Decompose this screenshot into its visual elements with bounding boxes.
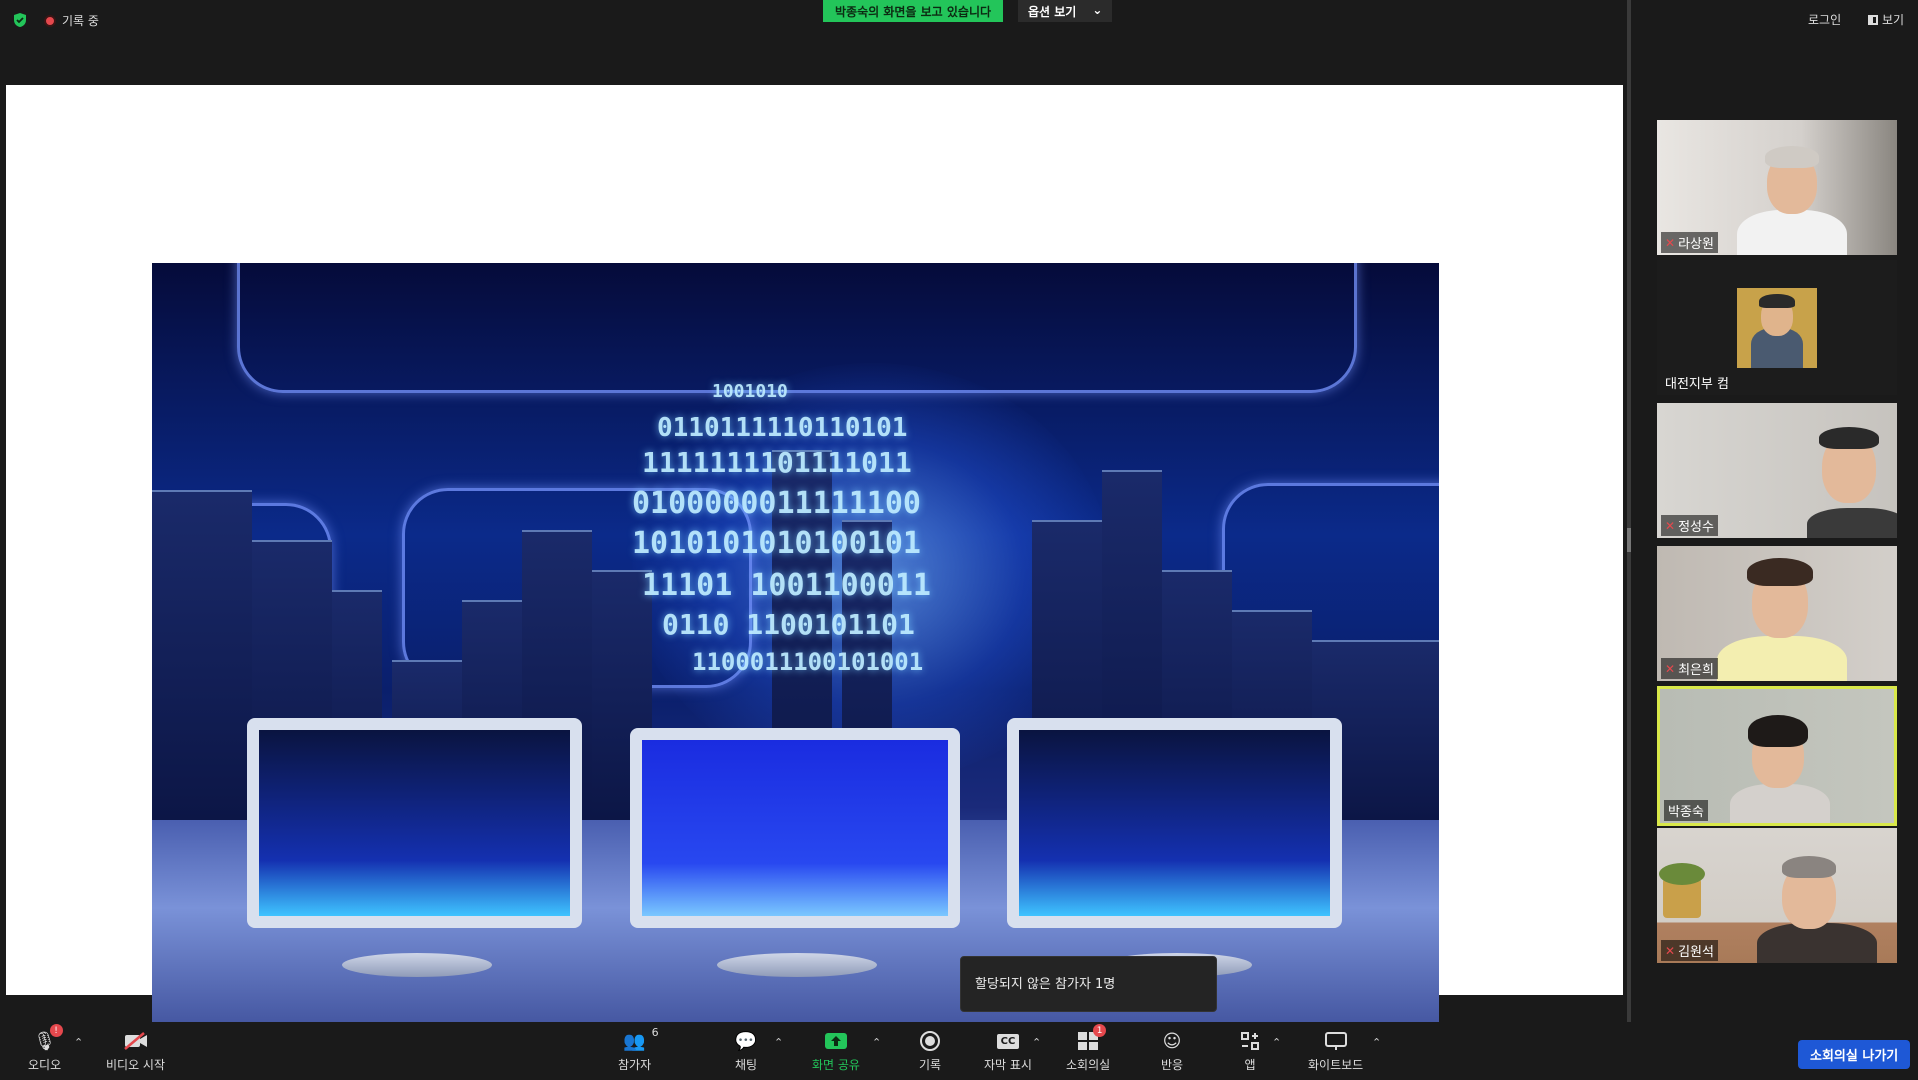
chat-options-caret[interactable]: ⌃ xyxy=(774,1036,783,1049)
apps-icon xyxy=(1236,1028,1264,1054)
apps-button[interactable]: 앱 xyxy=(1236,1028,1264,1073)
video-off-icon xyxy=(122,1028,150,1054)
binary-text: 1100011100101001 xyxy=(692,648,924,676)
meeting-toolbar: 🎙! 오디오 ⌃ 비디오 시작 👥 6 참가자 💬 채팅 ⌃ 화면 공유 ⌃ 기록… xyxy=(0,1022,1918,1080)
binary-text: 1001010 xyxy=(712,381,788,402)
breakout-rooms-icon: 1 xyxy=(1074,1024,1107,1054)
chevron-down-icon: ⌄ xyxy=(1092,3,1103,17)
binary-text: 0110 1100101101 xyxy=(662,608,915,641)
mic-muted-icon: ✕ xyxy=(1665,235,1676,250)
closed-captions-icon: CC xyxy=(994,1028,1022,1054)
participant-tile[interactable]: ✕ 정성수 xyxy=(1657,403,1897,538)
binary-text: 11101 1001100011 xyxy=(642,568,931,603)
captions-label: 자막 표시 xyxy=(984,1058,1032,1072)
participants-button[interactable]: 👥 6 참가자 xyxy=(618,1026,659,1073)
whiteboard-icon xyxy=(1322,1028,1350,1054)
layout-icon xyxy=(1868,14,1878,25)
participant-tile-active-speaker[interactable]: 박종숙 xyxy=(1657,686,1897,826)
reactions-button[interactable]: ☺ 반응 xyxy=(1158,1028,1186,1073)
monitor-center xyxy=(630,728,960,928)
monitor-left xyxy=(247,718,582,968)
participant-nametag: ✕ 라상원 xyxy=(1661,232,1718,253)
breakout-rooms-button[interactable]: 1 소회의실 xyxy=(1066,1024,1111,1073)
binary-text: 1111111101111011 xyxy=(642,446,912,479)
participants-label: 참가자 xyxy=(618,1058,652,1072)
view-button[interactable]: 보기 xyxy=(1868,11,1904,28)
participant-tile[interactable]: ✕ 라상원 xyxy=(1657,120,1897,255)
record-label: 기록 xyxy=(918,1058,942,1072)
chat-label: 채팅 xyxy=(734,1058,758,1072)
audio-button[interactable]: 🎙! 오디오 xyxy=(28,1024,63,1073)
record-button[interactable]: 기록 xyxy=(916,1028,944,1073)
mic-muted-icon: ✕ xyxy=(1665,661,1676,676)
participant-name: 김원석 xyxy=(1678,945,1714,960)
captions-button[interactable]: CC 자막 표시 xyxy=(984,1028,1032,1073)
profile-photo xyxy=(1737,288,1817,368)
audio-options-caret[interactable]: ⌃ xyxy=(74,1036,83,1049)
participant-nametag: ✕ 김원석 xyxy=(1661,940,1718,961)
participant-name: 최은희 xyxy=(1678,663,1714,678)
view-options-label: 옵션 보기 xyxy=(1028,5,1077,19)
record-dot-icon xyxy=(44,14,56,27)
video-button[interactable]: 비디오 시작 xyxy=(106,1028,165,1073)
mic-muted-icon: ✕ xyxy=(1665,943,1676,958)
binary-text: 0100000011111100 xyxy=(632,486,921,521)
emoji-icon: ☺ xyxy=(1162,1030,1182,1052)
participant-tile[interactable]: 대전지부 컴 xyxy=(1657,260,1897,395)
breakout-badge: 1 xyxy=(1093,1024,1107,1037)
participant-nametag: ✕ 정성수 xyxy=(1661,515,1718,536)
participant-nametag: ✕ 최은희 xyxy=(1661,658,1718,679)
shield-icon[interactable] xyxy=(12,12,28,28)
participants-count: 6 xyxy=(651,1026,659,1039)
binary-text: 1010101010100101 xyxy=(632,526,921,561)
share-banner: 박종숙의 화면을 보고 있습니다 xyxy=(823,0,1004,22)
participant-name: 박종숙 xyxy=(1668,805,1704,820)
participant-name: 라상원 xyxy=(1678,237,1714,252)
view-label: 보기 xyxy=(1882,13,1905,27)
participant-tile[interactable]: ✕ 최은희 xyxy=(1657,546,1897,681)
audio-label: 오디오 xyxy=(28,1058,62,1072)
share-options-caret[interactable]: ⌃ xyxy=(872,1036,881,1049)
breakout-label: 소회의실 xyxy=(1066,1058,1111,1072)
panel-divider[interactable] xyxy=(1627,0,1631,1022)
participant-name: 정성수 xyxy=(1678,520,1714,535)
participant-name: 대전지부 컴 xyxy=(1665,377,1729,392)
monitor-right xyxy=(1007,718,1342,968)
video-label: 비디오 시작 xyxy=(106,1058,166,1072)
recording-indicator[interactable]: 기록 중 xyxy=(44,12,99,29)
participant-nametag: 대전지부 컴 xyxy=(1661,372,1733,393)
unassigned-participants-tooltip: 할당되지 않은 참가자 1명 xyxy=(960,956,1217,1012)
apps-options-caret[interactable]: ⌃ xyxy=(1272,1036,1281,1049)
share-label: 화면 공유 xyxy=(812,1058,860,1072)
leave-breakout-room-button[interactable]: 소회의실 나가기 xyxy=(1798,1040,1911,1069)
shared-screen: 1001010 0110111110110101 111111110111101… xyxy=(6,85,1623,1040)
participant-tile[interactable]: ✕ 김원석 xyxy=(1657,828,1897,963)
captions-options-caret[interactable]: ⌃ xyxy=(1032,1036,1041,1049)
apps-label: 앱 xyxy=(1244,1058,1256,1072)
audio-badge: ! xyxy=(49,1024,63,1037)
microphone-icon: 🎙! xyxy=(31,1024,63,1054)
record-icon xyxy=(916,1028,944,1054)
whiteboard-button[interactable]: 화이트보드 xyxy=(1308,1028,1363,1073)
whiteboard-options-caret[interactable]: ⌃ xyxy=(1372,1036,1381,1049)
mic-muted-icon: ✕ xyxy=(1665,518,1676,533)
chat-button[interactable]: 💬 채팅 xyxy=(732,1028,760,1073)
participants-icon: 👥 6 xyxy=(623,1026,659,1052)
whiteboard-label: 화이트보드 xyxy=(1308,1058,1364,1072)
chat-icon: 💬 xyxy=(734,1030,758,1052)
reactions-label: 반응 xyxy=(1160,1058,1184,1072)
binary-text: 0110111110110101 xyxy=(657,413,908,443)
login-button[interactable]: 로그인 xyxy=(1808,11,1841,28)
view-options-button[interactable]: 옵션 보기 ⌄ xyxy=(1018,0,1113,22)
share-screen-button[interactable]: 화면 공유 xyxy=(812,1028,860,1073)
recording-label: 기록 중 xyxy=(62,14,99,28)
participant-nametag: 박종숙 xyxy=(1664,800,1708,821)
slide-image: 1001010 0110111110110101 111111110111101… xyxy=(152,263,1439,1040)
share-screen-icon xyxy=(822,1028,850,1054)
